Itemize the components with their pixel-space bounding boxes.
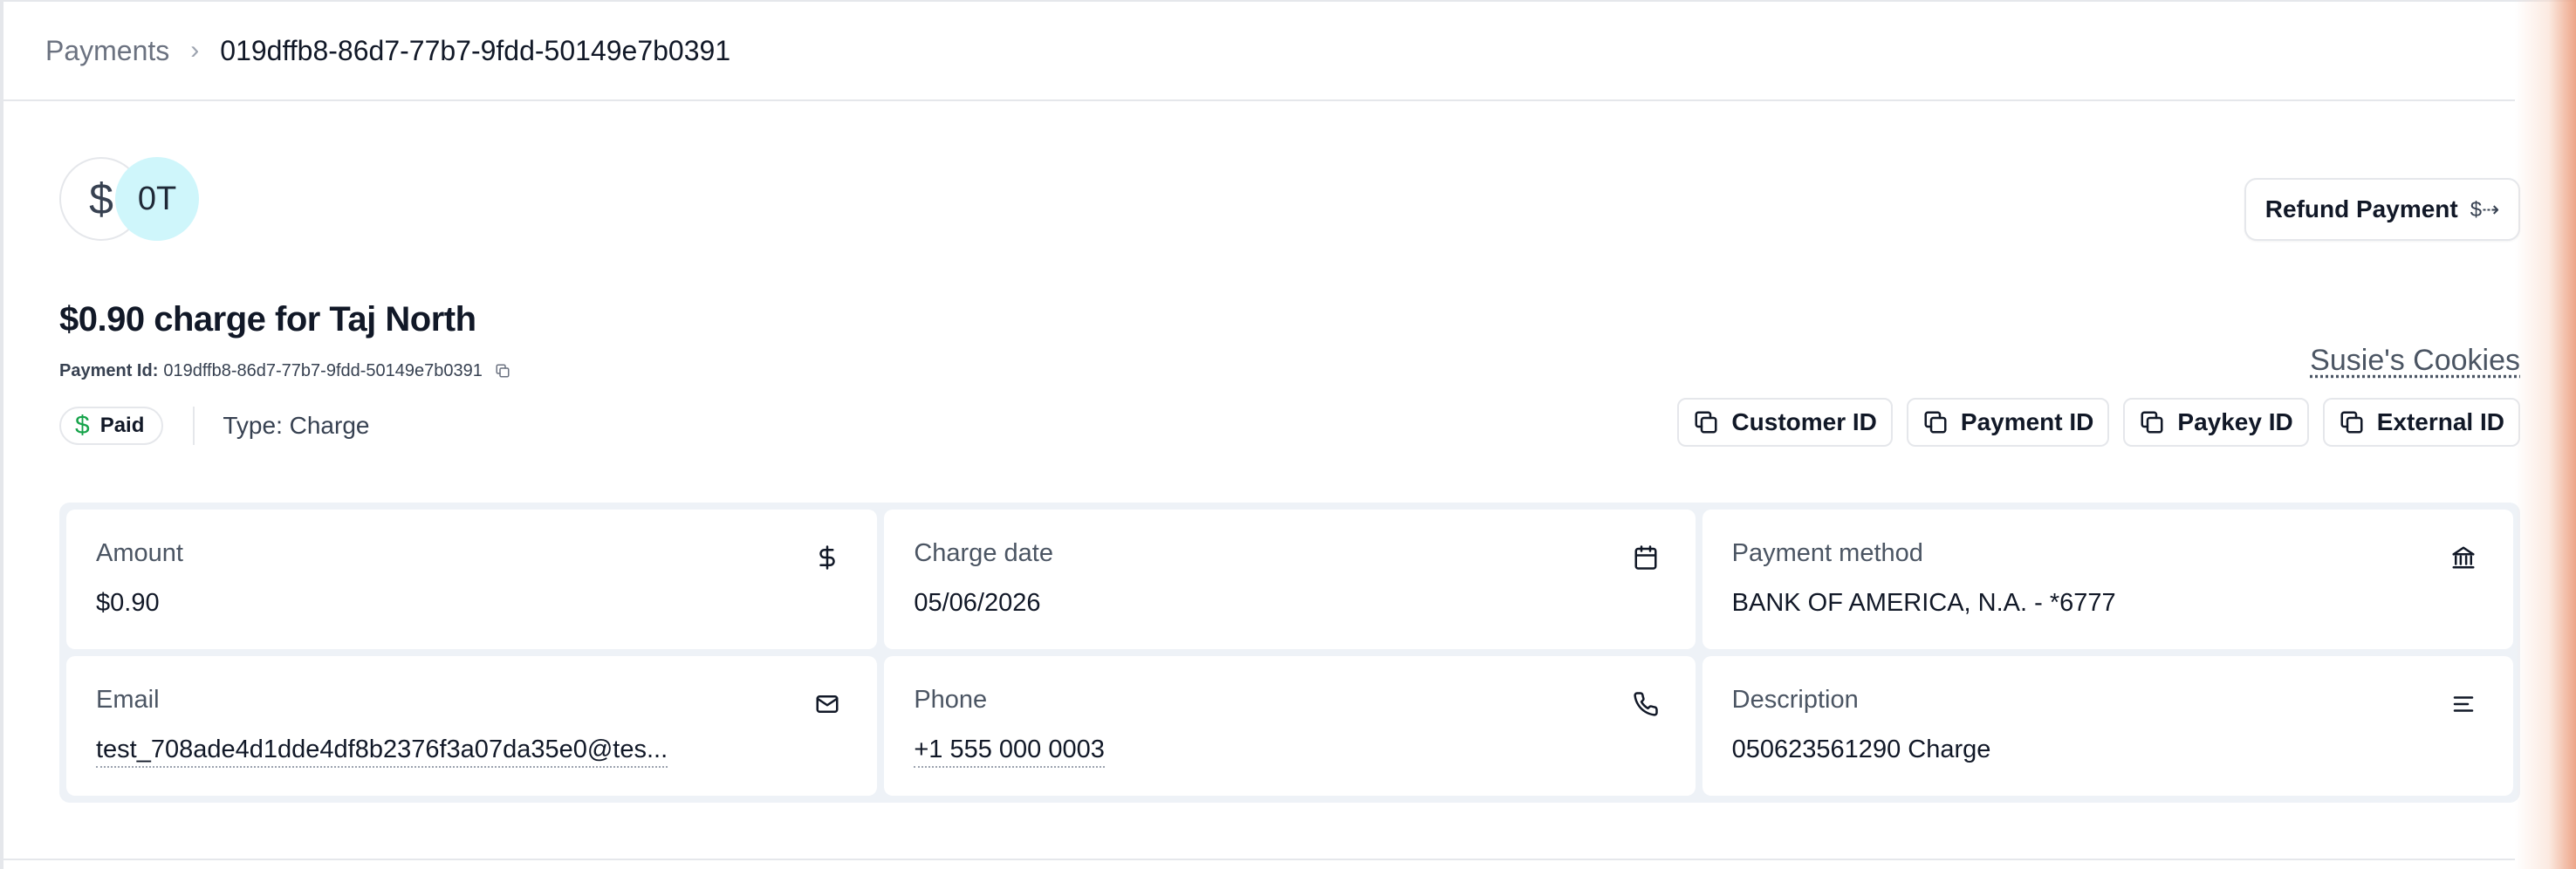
copy-customer-id-label: Customer ID — [1731, 408, 1877, 435]
detail-amount-label: Amount — [96, 539, 183, 567]
payment-id-label: Payment Id: — [59, 360, 159, 380]
copy-paykey-id-button[interactable]: Paykey ID — [2123, 398, 2309, 447]
breadcrumb-current: 019dffb8-86d7-77b7-9fdd-50149e7b0391 — [220, 34, 731, 66]
detail-email-value[interactable]: test_708ade4d1dde4df8b2376f3a07da35e0@te… — [96, 736, 668, 768]
phone-icon — [1631, 689, 1661, 719]
detail-phone: Phone +1 555 000 0003 — [884, 656, 1696, 796]
breadcrumb-separator: › — [190, 36, 200, 65]
avatar-group: $ 0T — [59, 157, 208, 241]
copy-icon — [1924, 411, 1947, 434]
copy-icon — [2141, 411, 2163, 434]
detail-description-value: 050623561290 Charge — [1731, 736, 1991, 763]
bank-icon — [2449, 543, 2478, 572]
dollar-icon: $ — [89, 174, 113, 223]
breadcrumb-payments-link[interactable]: Payments — [45, 35, 169, 67]
copy-payment-id-label: Payment ID — [1960, 408, 2094, 435]
detail-payment-method: Payment method BANK OF AMERICA, N.A. - *… — [1702, 510, 2513, 649]
calendar-icon — [1631, 543, 1661, 572]
detail-charge-date-label: Charge date — [914, 539, 1053, 567]
payment-id-row: Payment Id: 019dffb8-86d7-77b7-9fdd-5014… — [59, 359, 514, 382]
align-left-icon — [2449, 689, 2478, 719]
detail-phone-label: Phone — [914, 686, 988, 714]
detail-amount-value: $0.90 — [96, 589, 160, 617]
copy-payment-id-button[interactable]: Payment ID — [1906, 398, 2110, 447]
copy-icon[interactable] — [491, 359, 514, 382]
detail-email-label: Email — [96, 686, 160, 714]
copy-icon — [2340, 411, 2363, 434]
copy-external-id-button[interactable]: External ID — [2322, 398, 2520, 447]
merchant-link[interactable]: Susie's Cookies — [2310, 344, 2520, 378]
copy-customer-id-button[interactable]: Customer ID — [1677, 398, 1893, 447]
detail-charge-date: Charge date 05/06/2026 — [884, 510, 1696, 649]
status-row: $ Paid Type: Charge — [59, 407, 369, 445]
copy-external-id-label: External ID — [2376, 408, 2504, 435]
left-border — [0, 0, 3, 869]
customer-avatar: 0T — [115, 157, 199, 241]
detail-email: Email test_708ade4d1dde4df8b2376f3a07da3… — [66, 656, 878, 796]
detail-phone-value[interactable]: +1 555 000 0003 — [914, 736, 1105, 768]
copy-paykey-id-label: Paykey ID — [2177, 408, 2293, 435]
detail-amount: Amount $0.90 — [66, 510, 878, 649]
side-panel-shadow — [2515, 0, 2576, 869]
refund-payment-label: Refund Payment — [2264, 195, 2458, 222]
payment-detail-page: Payments › 019dffb8-86d7-77b7-9fdd-50149… — [0, 0, 2576, 869]
copy-id-buttons: Customer ID Payment ID Paykey ID Externa… — [1677, 398, 2520, 447]
status-badge-label: Paid — [99, 414, 145, 437]
breadcrumb: Payments › 019dffb8-86d7-77b7-9fdd-50149… — [3, 2, 2515, 101]
refund-payment-button[interactable]: Refund Payment $⇢ — [2244, 178, 2520, 241]
paid-dollar-icon: $ — [75, 411, 90, 440]
customer-initials: 0T — [137, 180, 177, 217]
status-badge: $ Paid — [59, 407, 164, 445]
section-divider — [3, 859, 2515, 860]
payment-details-grid: Amount $0.90 Charge date 05/06/2026 Paym… — [59, 503, 2520, 803]
mail-icon — [812, 689, 842, 719]
detail-payment-method-label: Payment method — [1731, 539, 1923, 567]
copy-icon — [1695, 411, 1717, 434]
payment-type: Type: Charge — [223, 412, 370, 439]
detail-charge-date-value: 05/06/2026 — [914, 589, 1041, 617]
payment-id-value: 019dffb8-86d7-77b7-9fdd-50149e7b0391 — [163, 360, 483, 380]
detail-description-label: Description — [1731, 686, 1859, 714]
dollar-icon — [812, 543, 842, 572]
divider — [193, 407, 195, 445]
refund-icon: $⇢ — [2470, 197, 2500, 222]
detail-payment-method-value: BANK OF AMERICA, N.A. - *6777 — [1731, 589, 2116, 617]
detail-description: Description 050623561290 Charge — [1702, 656, 2513, 796]
page-title: $0.90 charge for Taj North — [59, 300, 476, 339]
